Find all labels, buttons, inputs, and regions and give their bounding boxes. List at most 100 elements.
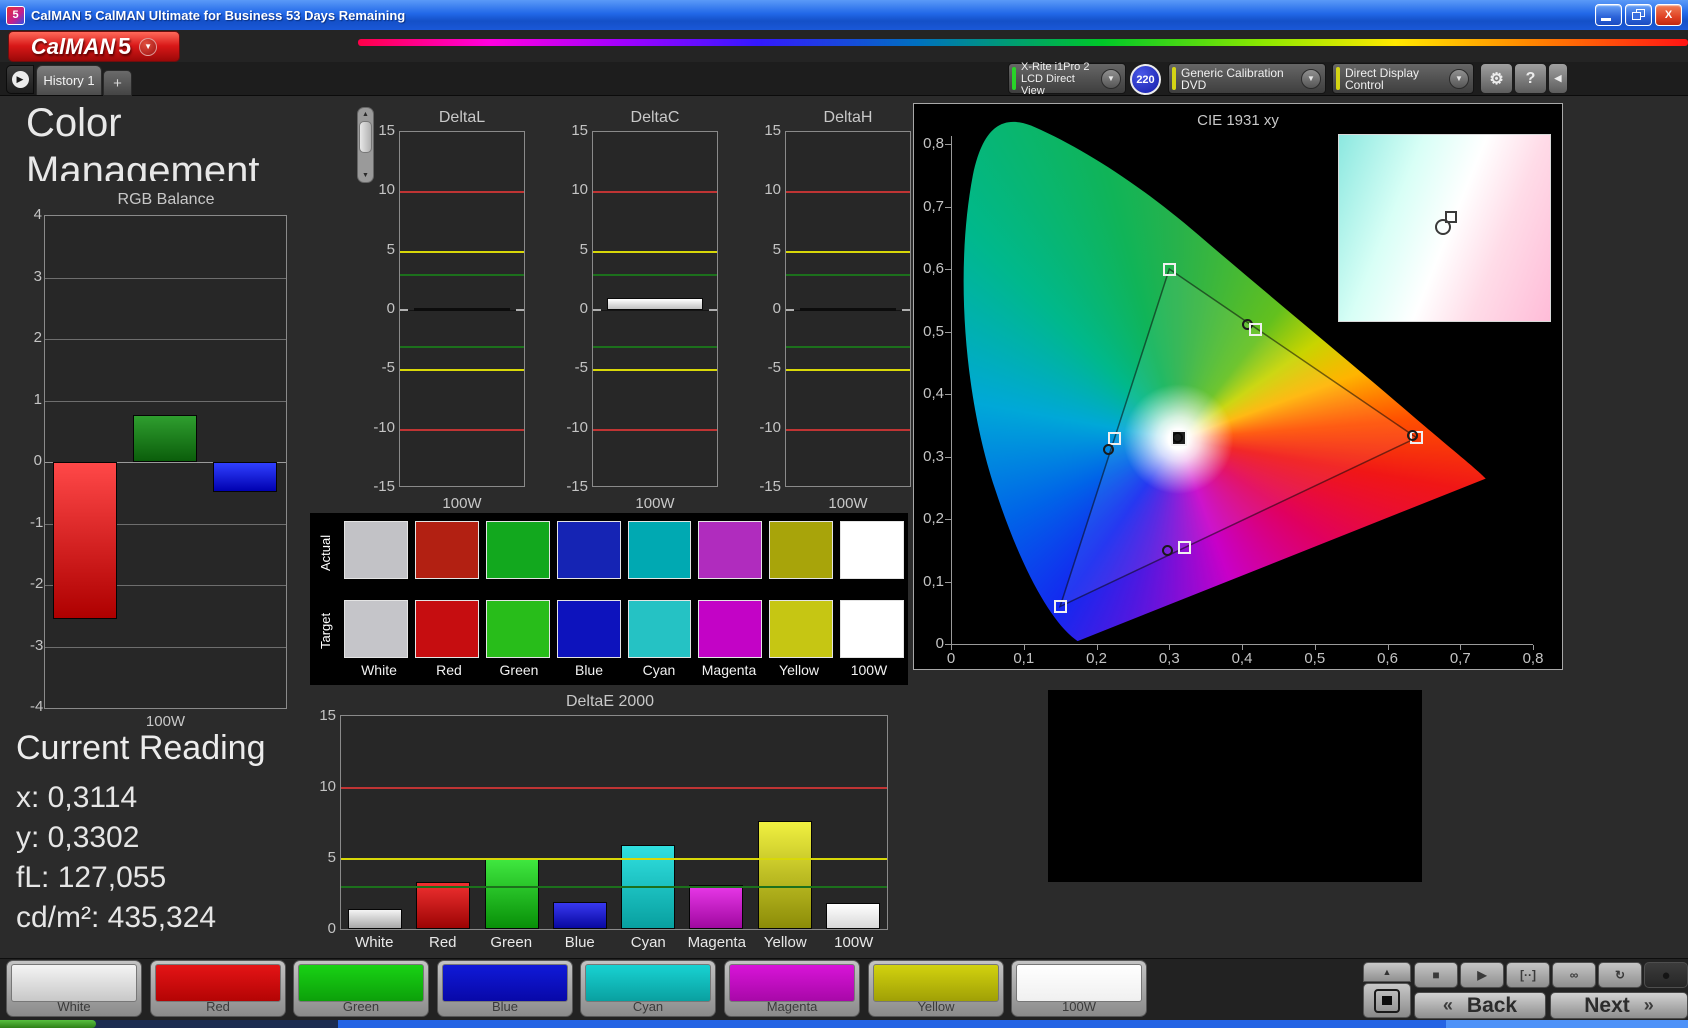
transport-play-button[interactable]: ▶ (1460, 962, 1504, 988)
y-tick-label: 5 (751, 241, 781, 258)
y-tick-label: -5 (365, 359, 395, 376)
transport-stop-button[interactable]: ■ (1414, 962, 1458, 988)
minimize-button[interactable] (1595, 4, 1622, 26)
transport-loop-button[interactable]: ∞ (1552, 962, 1596, 988)
swatch-label: White (344, 662, 414, 678)
restore-button[interactable] (1625, 4, 1652, 26)
y-tick-label: 5 (310, 849, 336, 866)
tab-history-1[interactable]: History 1 (36, 65, 102, 95)
main-content: Color Management RGB Balance 100W -4-3-2… (0, 95, 1688, 958)
next-arrow-icon: » (1644, 995, 1654, 1016)
pattern-button-cyan[interactable]: Cyan (580, 960, 716, 1017)
pattern-button-blue[interactable]: Blue (437, 960, 573, 1017)
meter-dropdown[interactable]: X-Rite i1Pro 2LCD Direct View ▼ (1008, 63, 1126, 94)
display-control-label: Direct Display Control (1340, 67, 1449, 91)
pattern-button-green[interactable]: Green (293, 960, 429, 1017)
reference-line (593, 274, 717, 276)
y-tick-label: -5 (558, 359, 588, 376)
color-checker-panel: Actual Target WhiteRedGreenBlueCyanMagen… (310, 513, 908, 685)
y-tick-label: -15 (558, 478, 588, 495)
add-tab-button[interactable]: + (103, 70, 132, 96)
scroll-down-icon[interactable]: ▼ (358, 169, 373, 182)
rgb-balance-chart: RGB Balance 100W -4-3-2-101234 (30, 191, 302, 736)
swatch-target-green (486, 600, 550, 658)
x-tick (951, 645, 952, 650)
pattern-up-button[interactable]: ▲ (1363, 962, 1411, 982)
refresh-icon: ↻ (1615, 968, 1625, 982)
next-button[interactable]: Next » (1550, 992, 1688, 1019)
x-axis-label: 100W (44, 713, 287, 730)
y-tick-label: -10 (558, 419, 588, 436)
reading-fl: fL: 127,055 (16, 858, 265, 898)
swatch-column-labels: WhiteRedGreenBlueCyanMagentaYellow100W (344, 662, 904, 678)
x-tick-label: 0,4 (1222, 650, 1262, 667)
y-tick (945, 144, 951, 145)
y-tick-label: 0,8 (914, 135, 944, 152)
x-tick (1169, 645, 1170, 650)
pattern-button-label: Red (151, 999, 285, 1014)
pattern-button-magenta[interactable]: Magenta (724, 960, 860, 1017)
chevron-down-icon: ▼ (1101, 69, 1121, 89)
transport-refresh-button[interactable]: ↻ (1598, 962, 1642, 988)
reading-cdm2: cd/m²: 435,324 (16, 898, 265, 938)
grid-line (45, 401, 286, 402)
display-control-dropdown[interactable]: Direct Display Control ▼ (1332, 63, 1474, 94)
pattern-button-yellow[interactable]: Yellow (868, 960, 1004, 1017)
pattern-button-label: Yellow (869, 999, 1003, 1014)
collapse-toolbar-button[interactable]: ◀ (1548, 63, 1568, 94)
reference-line (400, 346, 524, 348)
y-tick-label: 10 (558, 181, 588, 198)
calman-logo-menu[interactable]: CalMAN 5 ▼ (8, 31, 180, 62)
y-tick-label: -15 (365, 478, 395, 495)
title-bar: 5 CalMAN 5 CalMAN Ultimate for Business … (0, 0, 1688, 30)
close-button[interactable]: X (1655, 4, 1682, 26)
settings-button[interactable]: ⚙ (1480, 63, 1513, 94)
x-tick-label: 0,2 (1077, 650, 1117, 667)
deltae-category-label: Yellow (751, 934, 820, 951)
pattern-window-icon (1374, 989, 1400, 1013)
reference-line (341, 787, 887, 789)
logo-text: CalMAN (31, 34, 115, 60)
cie-marker-magenta-measured (1162, 545, 1173, 556)
delta-e-2000-chart: DeltaE 2000 WhiteRedGreenBlueCyanMagenta… (310, 693, 910, 955)
transport-frame-button[interactable]: [··] (1506, 962, 1550, 988)
x-tick (1242, 645, 1243, 650)
scroll-up-icon[interactable]: ▲ (358, 108, 373, 121)
swatch-target-cyan (628, 600, 692, 658)
swatch-label: Blue (554, 662, 624, 678)
help-button[interactable]: ? (1514, 63, 1547, 94)
start-button[interactable] (0, 1020, 96, 1028)
reference-line (400, 191, 524, 193)
deltae-category-label: Blue (546, 934, 615, 951)
y-tick (945, 332, 951, 333)
zero-tick (593, 309, 601, 311)
y-tick (945, 269, 951, 270)
restore-icon (1632, 9, 1645, 20)
pattern-window-button[interactable] (1363, 983, 1411, 1018)
pattern-color-fill (585, 964, 711, 1002)
pattern-button-white[interactable]: White (6, 960, 142, 1017)
deltae-category-label: Green (477, 934, 546, 951)
back-button[interactable]: « Back (1414, 992, 1546, 1019)
swatch-actual-blue (557, 521, 621, 579)
triangle-up-icon: ▲ (1383, 967, 1392, 977)
y-tick-label: 10 (365, 181, 395, 198)
zero-tick (400, 309, 408, 311)
y-tick-label: -4 (30, 698, 42, 715)
swatch-actual-yellow (769, 521, 833, 579)
scrollbar[interactable]: ▲ ▼ (357, 107, 374, 183)
y-tick-label: 0,3 (914, 448, 944, 465)
deltae-bar-blue (553, 902, 607, 929)
source-dropdown[interactable]: Generic Calibration DVD ▼ (1168, 63, 1326, 94)
page-title: Color Management (26, 99, 316, 181)
x-tick-label: 0,6 (1368, 650, 1408, 667)
pattern-button-red[interactable]: Red (150, 960, 286, 1017)
pattern-button-100w[interactable]: 100W (1011, 960, 1147, 1017)
meter-label: X-Rite i1Pro 2LCD Direct View (1016, 61, 1101, 97)
y-tick-label: -10 (751, 419, 781, 436)
layout-expander-button[interactable]: ▶ (6, 65, 34, 94)
y-tick-label: 1 (30, 391, 42, 408)
pattern-color-fill (729, 964, 855, 1002)
back-arrow-icon: « (1443, 995, 1453, 1016)
transport-record-button[interactable]: ● (1644, 962, 1688, 988)
